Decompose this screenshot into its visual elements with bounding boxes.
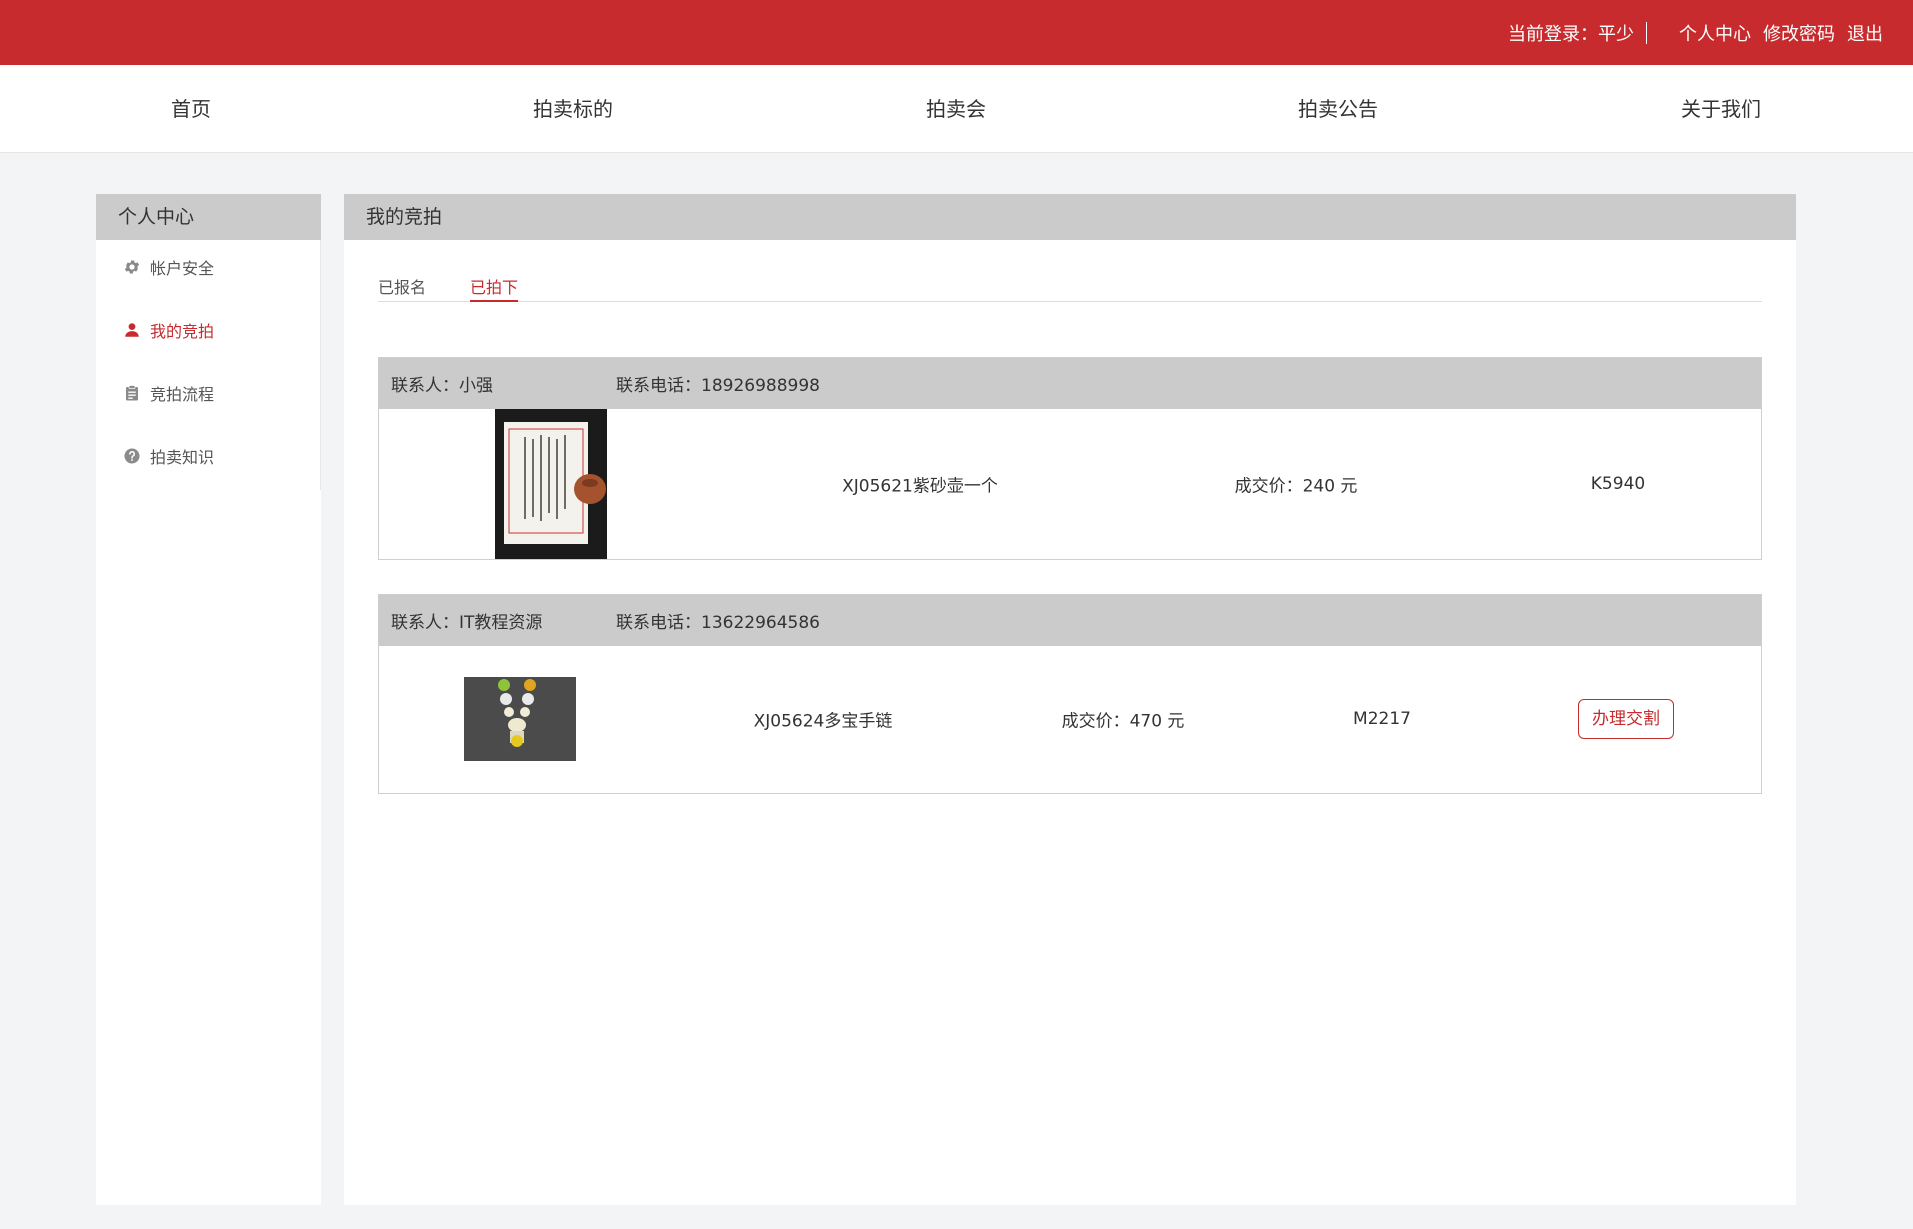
divider bbox=[1646, 21, 1647, 44]
order-card-header: 联系人：IT教程资源 联系电话：13622964586 bbox=[379, 595, 1761, 646]
item-image-bracelet[interactable] bbox=[464, 677, 576, 761]
lot-code: M2217 bbox=[1353, 709, 1411, 729]
user-icon bbox=[122, 320, 142, 340]
item-image-teapot[interactable] bbox=[495, 409, 607, 559]
process-delivery-button[interactable]: 办理交割 bbox=[1578, 699, 1674, 739]
sidebar-item-auction-knowledge[interactable]: 拍卖知识 bbox=[122, 442, 214, 470]
tab-won[interactable]: 已拍下 bbox=[470, 274, 519, 302]
deal-price: 成交价：240 元 bbox=[1234, 476, 1358, 497]
sidebar-item-label: 竞拍流程 bbox=[150, 385, 215, 404]
sidebar-item-my-bids[interactable]: 我的竞拍 bbox=[122, 316, 214, 344]
contact-person: 联系人：小强 bbox=[391, 376, 493, 396]
user-area: 当前登录：平少 个人中心 修改密码 退出 bbox=[1508, 0, 1883, 65]
lot-code: K5940 bbox=[1590, 474, 1646, 494]
nav-announcements[interactable]: 拍卖公告 bbox=[1298, 65, 1378, 153]
sidebar: 个人中心 帐户安全 我的竞拍 竞拍流程 拍卖知识 bbox=[96, 194, 321, 1205]
sidebar-item-label: 我的竞拍 bbox=[150, 322, 215, 341]
main-nav: 首页 拍卖标的 拍卖会 拍卖公告 关于我们 bbox=[0, 65, 1913, 153]
nav-auctions[interactable]: 拍卖会 bbox=[926, 65, 986, 153]
change-password-link[interactable]: 修改密码 bbox=[1763, 20, 1835, 46]
order-card-body: XJ05621紫砂壶一个 成交价：240 元 K5940 bbox=[379, 409, 1761, 559]
item-name: XJ05621紫砂壶一个 bbox=[842, 476, 998, 497]
clipboard-icon bbox=[122, 383, 142, 403]
sidebar-item-bidding-process[interactable]: 竞拍流程 bbox=[122, 379, 214, 407]
sidebar-item-account-security[interactable]: 帐户安全 bbox=[122, 253, 214, 281]
contact-phone: 联系电话：13622964586 bbox=[616, 613, 820, 633]
personal-center-link[interactable]: 个人中心 bbox=[1679, 20, 1751, 46]
sidebar-item-label: 帐户安全 bbox=[150, 259, 215, 278]
order-card-body: XJ05624多宝手链 成交价：470 元 M2217 办理交割 bbox=[379, 646, 1761, 793]
nav-auction-items[interactable]: 拍卖标的 bbox=[533, 65, 613, 153]
logout-link[interactable]: 退出 bbox=[1847, 20, 1883, 46]
order-card: 联系人：小强 联系电话：18926988998 XJ05621紫砂壶一个 成交价… bbox=[378, 357, 1762, 560]
item-name: XJ05624多宝手链 bbox=[753, 711, 893, 732]
order-card: 联系人：IT教程资源 联系电话：13622964586 XJ05624多宝手链 … bbox=[378, 594, 1762, 794]
tab-registered[interactable]: 已报名 bbox=[378, 274, 426, 302]
sidebar-title: 个人中心 bbox=[96, 194, 321, 240]
nav-home[interactable]: 首页 bbox=[171, 65, 211, 153]
sidebar-item-label: 拍卖知识 bbox=[150, 448, 215, 467]
main-panel: 我的竞拍 已报名 已拍下 联系人：小强 联系电话：18926988998 XJ0… bbox=[344, 194, 1796, 1205]
question-icon bbox=[122, 446, 142, 466]
deal-price: 成交价：470 元 bbox=[1061, 711, 1185, 732]
current-login-label: 当前登录：平少 bbox=[1508, 23, 1634, 45]
tab-bar: 已报名 已拍下 bbox=[378, 274, 1762, 302]
top-bar: 当前登录：平少 个人中心 修改密码 退出 bbox=[0, 0, 1913, 65]
gear-icon bbox=[122, 257, 142, 277]
contact-person: 联系人：IT教程资源 bbox=[391, 613, 543, 633]
order-card-header: 联系人：小强 联系电话：18926988998 bbox=[379, 358, 1761, 409]
nav-about-us[interactable]: 关于我们 bbox=[1681, 65, 1761, 153]
page-title: 我的竞拍 bbox=[344, 194, 1796, 240]
sidebar-menu: 帐户安全 我的竞拍 竞拍流程 拍卖知识 bbox=[96, 240, 321, 490]
contact-phone: 联系电话：18926988998 bbox=[616, 376, 820, 396]
